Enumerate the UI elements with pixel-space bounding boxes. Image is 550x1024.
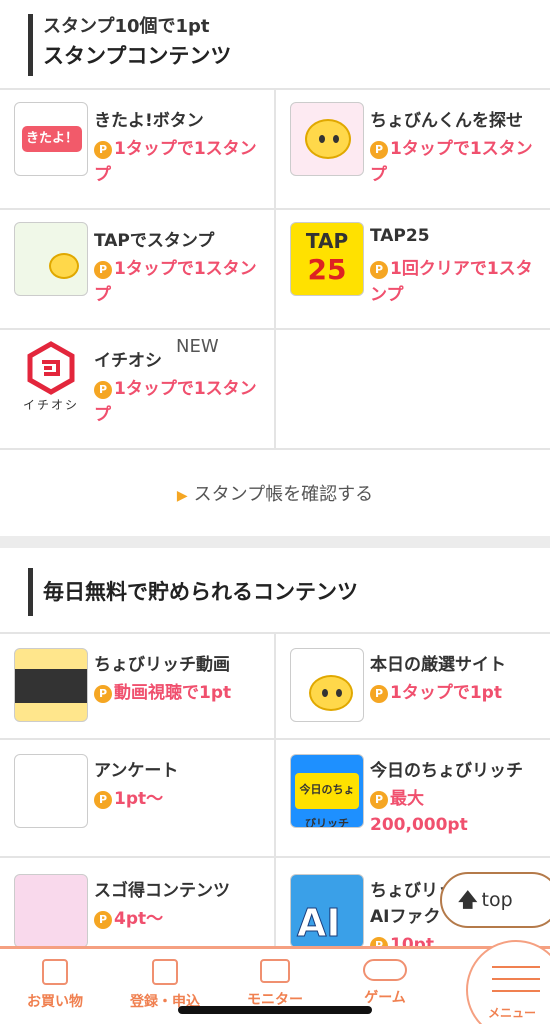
ichioshi-logo: イチオシ bbox=[14, 340, 88, 414]
new-badge: NEW bbox=[176, 336, 219, 357]
item-reward: P 1pt〜 bbox=[94, 786, 264, 812]
kitayo-thumb-label: きたよ！ bbox=[22, 126, 82, 152]
selected-site-thumbnail bbox=[290, 648, 364, 722]
arrow-up-icon: 🡅 bbox=[458, 889, 478, 911]
daily-item-sugotoku[interactable]: スゴ得コンテンツ P 4pt〜 bbox=[0, 858, 274, 958]
monitor-icon bbox=[260, 959, 290, 983]
stamp-item-find-chobin[interactable]: ちょびんくんを探せ P 1タップで1スタンプ bbox=[276, 90, 550, 208]
tap25-thumbnail: TAP 25 bbox=[290, 222, 364, 296]
item-title: ちょびんくんを探せ bbox=[370, 111, 523, 131]
today-chobirich-thumbnail: 今日のちょびリッチ bbox=[290, 754, 364, 828]
stamp-item-kitayo-button[interactable]: きたよ！ きたよ!ボタン P 1タップで1スタンプ bbox=[0, 90, 274, 208]
character-face-icon bbox=[49, 253, 79, 279]
home-indicator bbox=[178, 1006, 372, 1014]
stamp-section-header: スタンプ10個で1pt スタンプコンテンツ bbox=[28, 14, 231, 76]
daily-section-header: 毎日無料で貯められるコンテンツ bbox=[28, 568, 358, 616]
coin-icon: P bbox=[94, 381, 112, 399]
tap25-thumb-line2: 25 bbox=[307, 253, 347, 286]
divider bbox=[0, 448, 550, 450]
item-title: きたよ!ボタン bbox=[94, 111, 204, 131]
daily-item-selected-site[interactable]: 本日の厳選サイト P 1タップで1pt bbox=[276, 634, 550, 738]
nav-label: お買い物 bbox=[27, 994, 83, 1010]
character-face-icon bbox=[309, 675, 353, 711]
triangle-right-icon: ▶ bbox=[176, 488, 188, 504]
coin-icon: P bbox=[370, 685, 388, 703]
tap-stamp-thumbnail bbox=[14, 222, 88, 296]
coin-icon: P bbox=[94, 261, 112, 279]
item-reward: P 1タップで1pt bbox=[370, 680, 540, 706]
sugotoku-thumbnail bbox=[14, 874, 88, 948]
kitayo-thumbnail: きたよ！ bbox=[14, 102, 88, 176]
item-title: 今日のちょびリッチ bbox=[370, 761, 523, 781]
nav-registration[interactable]: 登録・申込 bbox=[110, 949, 220, 1011]
item-title: 本日の厳選サイト bbox=[370, 655, 506, 675]
coin-icon: P bbox=[94, 911, 112, 929]
daily-item-survey[interactable]: アンケート P 1pt〜 bbox=[0, 740, 274, 856]
ichioshi-logo-text: イチオシ bbox=[22, 398, 79, 412]
ichioshi-hexagon-icon bbox=[27, 341, 75, 395]
item-title: TAP25 bbox=[370, 226, 430, 246]
gamepad-icon bbox=[363, 959, 407, 981]
form-icon bbox=[152, 959, 178, 985]
coin-icon: P bbox=[94, 141, 112, 159]
item-reward: P 1タップで1スタンプ bbox=[370, 139, 533, 185]
character-face-icon bbox=[305, 119, 351, 159]
item-title: アンケート bbox=[94, 761, 179, 781]
stamp-section-subtitle: スタンプ10個で1pt bbox=[43, 16, 210, 37]
stamp-section: スタンプ10個で1pt スタンプコンテンツ きたよ！ きたよ!ボタン P 1タップ… bbox=[0, 0, 550, 536]
item-reward: P 1タップで1スタンプ bbox=[94, 379, 257, 425]
ai-factory-thumbnail: AI bbox=[290, 874, 364, 948]
item-title-line2: AIファク bbox=[370, 907, 441, 927]
scroll-top-button[interactable]: 🡅 top bbox=[440, 872, 550, 928]
nav-game[interactable]: ゲーム bbox=[330, 949, 440, 1007]
stamp-section-title: スタンプコンテンツ bbox=[43, 44, 232, 68]
coin-icon: P bbox=[94, 791, 112, 809]
coin-icon: P bbox=[370, 261, 388, 279]
nav-label: ゲーム bbox=[364, 990, 406, 1006]
ai-thumb-label: AI bbox=[297, 901, 342, 946]
item-reward: P 1タップで1スタンプ bbox=[94, 139, 257, 185]
item-reward: P 1タップで1スタンプ bbox=[94, 259, 257, 305]
item-title: スゴ得コンテンツ bbox=[94, 881, 230, 901]
item-reward: P 1回クリアで1スタンプ bbox=[370, 259, 533, 305]
daily-section-title: 毎日無料で貯められるコンテンツ bbox=[43, 580, 358, 604]
item-reward: P 動画視聴で1pt bbox=[94, 680, 264, 706]
stamp-item-tap25[interactable]: TAP 25 TAP25 P 1回クリアで1スタンプ bbox=[276, 210, 550, 328]
chobin-thumbnail bbox=[290, 102, 364, 176]
movie-thumbnail bbox=[14, 648, 88, 722]
menu-label: メニュー bbox=[488, 1006, 537, 1020]
item-reward: P 4pt〜 bbox=[94, 906, 264, 932]
survey-thumbnail bbox=[14, 754, 88, 828]
hamburger-icon bbox=[492, 966, 540, 968]
stamp-item-ichioshi[interactable]: イチオシ イチオシ NEW P 1タップで1スタンプ bbox=[0, 330, 274, 448]
nav-shopping[interactable]: お買い物 bbox=[0, 949, 110, 1011]
nav-monitor[interactable]: モニター bbox=[220, 949, 330, 1009]
today-thumb-label: 今日のちょびリッチ bbox=[295, 773, 359, 827]
stamp-book-link[interactable]: ▶ スタンプ帳を確認する bbox=[0, 480, 550, 506]
coin-icon: P bbox=[370, 791, 388, 809]
tap25-thumb-line1: TAP bbox=[305, 229, 349, 253]
daily-item-today-chobirich[interactable]: 今日のちょびリッチ 今日のちょびリッチ P 最大200,000pt bbox=[276, 740, 550, 856]
item-title: イチオシ bbox=[94, 351, 162, 371]
coin-icon: P bbox=[370, 141, 388, 159]
coin-icon: P bbox=[94, 685, 112, 703]
daily-item-movie[interactable]: ちょびリッチ動画 P 動画視聴で1pt bbox=[0, 634, 274, 738]
cart-icon bbox=[42, 959, 68, 985]
stamp-item-tap-stamp[interactable]: TAPでスタンプ P 1タップで1スタンプ bbox=[0, 210, 274, 328]
item-title: TAPでスタンプ bbox=[94, 231, 215, 251]
film-strip-icon bbox=[15, 669, 87, 703]
item-title: ちょびリッチ動画 bbox=[94, 655, 230, 675]
item-reward: P 最大200,000pt bbox=[370, 789, 468, 835]
